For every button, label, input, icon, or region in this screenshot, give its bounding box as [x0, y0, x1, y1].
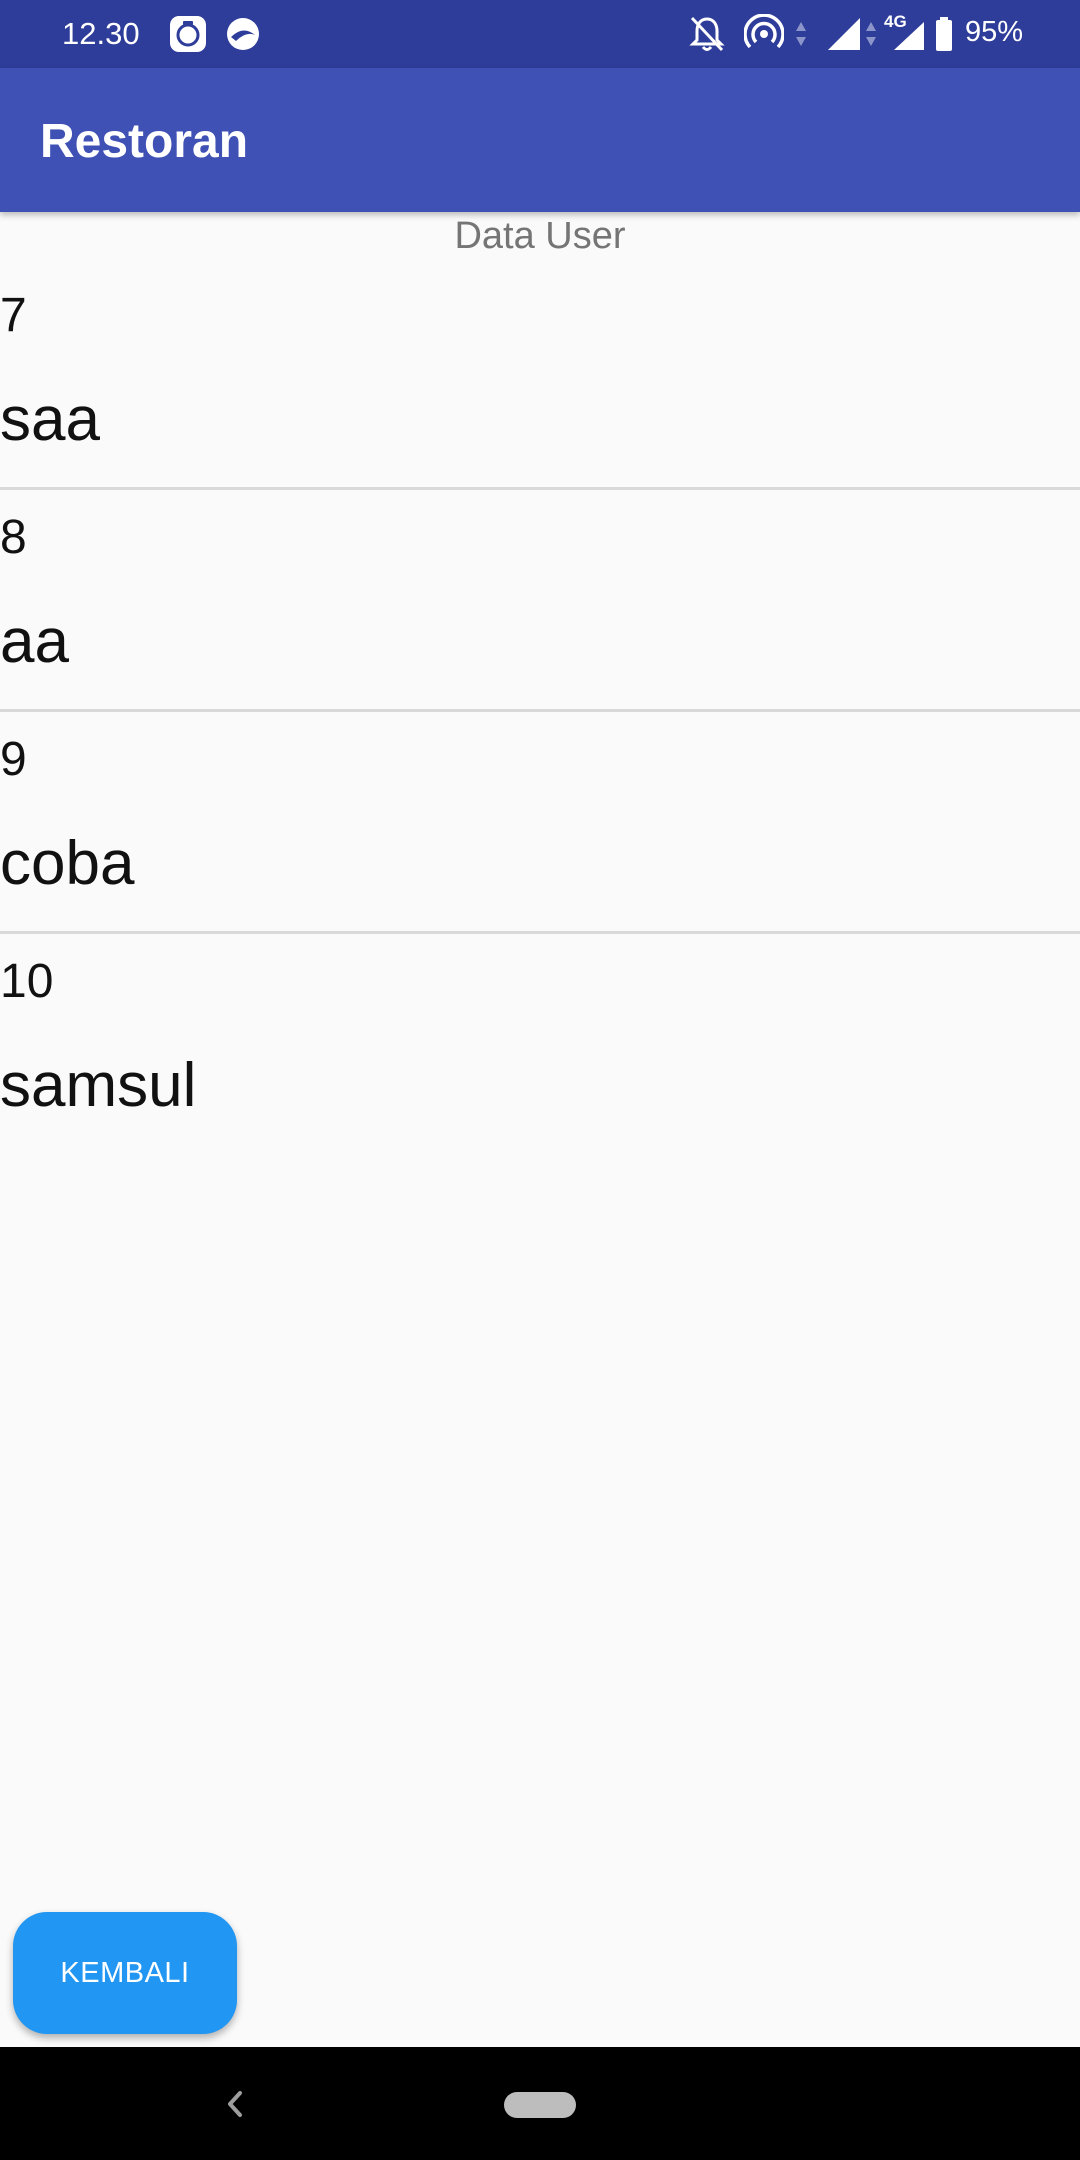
user-name: samsul [0, 1051, 197, 1120]
list-item[interactable]: 8 aa [0, 490, 1080, 712]
user-name: coba [0, 829, 135, 898]
back-button[interactable]: KEMBALI [13, 1912, 237, 2034]
user-id: 7 [0, 289, 27, 342]
battery-icon [936, 17, 952, 51]
nav-back-icon[interactable] [220, 2087, 250, 2121]
signal-icon [828, 18, 860, 50]
list-item[interactable]: 10 samsul [0, 934, 1080, 1153]
app-title: Restoran [40, 115, 249, 168]
user-id: 8 [0, 511, 27, 564]
list-item[interactable]: 9 coba [0, 712, 1080, 934]
status-time: 12.30 [62, 16, 140, 51]
screen: 12.30 4G 95% Restoran Data User 7 saa 8 … [0, 0, 1080, 2160]
section-heading: Data User [454, 215, 626, 257]
browser-notification-icon [227, 18, 259, 50]
user-name: aa [0, 607, 69, 676]
app-notification-icon [170, 16, 206, 52]
signal-icon-2 [894, 22, 924, 50]
user-id: 9 [0, 733, 27, 786]
app-bar: Restoran [0, 68, 1080, 212]
list-item[interactable]: 7 saa [0, 268, 1080, 490]
hotspot-icon [744, 14, 784, 49]
data-arrows-icon-2 [866, 22, 876, 46]
user-name: saa [0, 385, 100, 454]
battery-percent: 95% [965, 16, 1024, 48]
nav-home-pill[interactable] [504, 2092, 576, 2118]
bell-off-icon [689, 16, 725, 52]
user-id: 10 [0, 955, 54, 1008]
user-list[interactable]: 7 saa 8 aa 9 coba 10 samsul [0, 268, 1080, 1153]
data-arrows-icon [796, 22, 806, 46]
status-bar: 12.30 4G 95% [0, 0, 1080, 68]
